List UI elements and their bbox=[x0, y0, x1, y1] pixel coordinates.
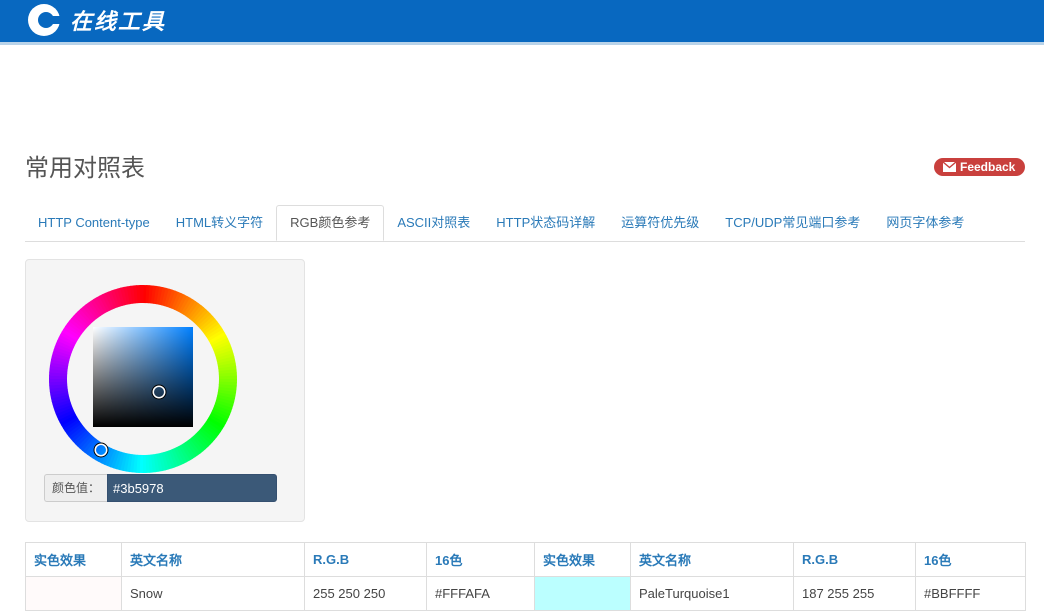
color-hex: #BBFFFF bbox=[915, 576, 1026, 611]
color-wheel[interactable] bbox=[48, 284, 238, 474]
tab-http-content-type[interactable]: HTTP Content-type bbox=[25, 205, 163, 240]
mail-icon bbox=[943, 162, 956, 172]
tab-ascii[interactable]: ASCII对照表 bbox=[384, 205, 483, 240]
table-header-row: 实色效果 英文名称 R.G.B 16色 实色效果 英文名称 R.G.B 16色 bbox=[25, 542, 1026, 577]
color-value-input[interactable] bbox=[107, 474, 277, 502]
color-value-row: 颜色值： bbox=[44, 474, 277, 502]
site-logo[interactable]: 在线工具 bbox=[24, 0, 166, 40]
col-header-swatch: 实色效果 bbox=[25, 542, 122, 577]
col-header-hex: 16色 bbox=[426, 542, 535, 577]
tab-html-escape[interactable]: HTML转义字符 bbox=[163, 205, 276, 240]
page-title: 常用对照表 bbox=[25, 155, 145, 182]
col-header-rgb: R.G.B bbox=[793, 542, 916, 577]
col-header-name: 英文名称 bbox=[630, 542, 794, 577]
feedback-label: Feedback bbox=[960, 160, 1016, 174]
reference-tabs: HTTP Content-type HTML转义字符 RGB颜色参考 ASCII… bbox=[25, 205, 1025, 242]
col-header-swatch: 实色效果 bbox=[534, 542, 631, 577]
value-gradient bbox=[93, 327, 193, 427]
tab-tcp-udp-ports[interactable]: TCP/UDP常见端口参考 bbox=[712, 205, 873, 240]
color-swatch bbox=[534, 576, 631, 611]
color-name: PaleTurquoise1 bbox=[630, 576, 794, 611]
color-name: Snow bbox=[121, 576, 305, 611]
tab-rgb-color[interactable]: RGB颜色参考 bbox=[276, 205, 385, 241]
color-hex: #FFFAFA bbox=[426, 576, 535, 611]
color-swatch bbox=[25, 576, 122, 611]
table-row: Snow 255 250 250 #FFFAFA PaleTurquoise1 … bbox=[25, 576, 1026, 611]
color-reference-table: 实色效果 英文名称 R.G.B 16色 实色效果 英文名称 R.G.B 16色 … bbox=[25, 542, 1026, 611]
tab-http-status[interactable]: HTTP状态码详解 bbox=[483, 205, 608, 240]
tab-operator-precedence[interactable]: 运算符优先级 bbox=[608, 205, 712, 240]
hue-segment bbox=[139, 285, 144, 304]
col-header-name: 英文名称 bbox=[121, 542, 305, 577]
top-header-bar: 在线工具 bbox=[0, 0, 1044, 45]
feedback-button[interactable]: Feedback bbox=[934, 158, 1025, 176]
col-header-hex: 16色 bbox=[915, 542, 1026, 577]
logo-text: 在线工具 bbox=[70, 9, 167, 35]
color-rgb: 255 250 250 bbox=[304, 576, 427, 611]
col-header-rgb: R.G.B bbox=[304, 542, 427, 577]
color-rgb: 187 255 255 bbox=[793, 576, 916, 611]
tab-web-fonts[interactable]: 网页字体参考 bbox=[873, 205, 977, 240]
logo-c-icon bbox=[28, 4, 64, 36]
color-value-label: 颜色值： bbox=[44, 474, 107, 502]
color-picker-panel: 颜色值： bbox=[25, 259, 305, 522]
